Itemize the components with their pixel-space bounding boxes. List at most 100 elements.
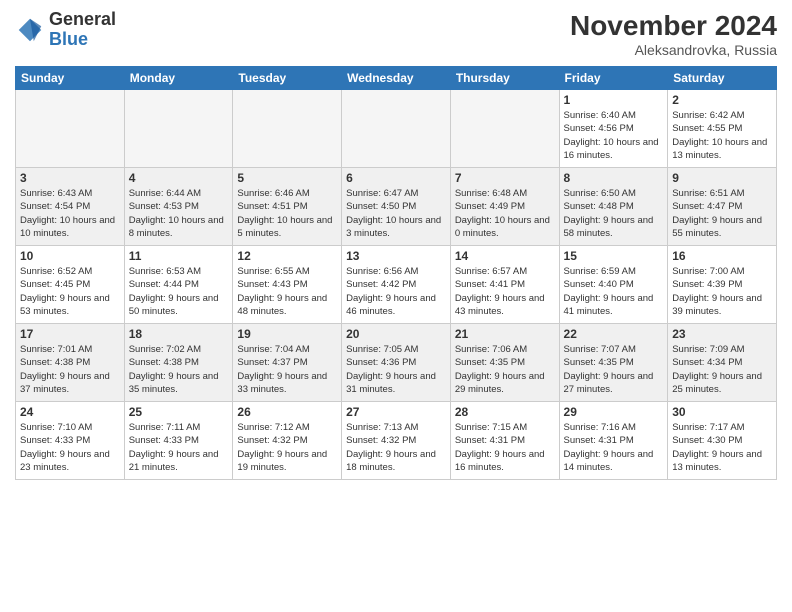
day-number: 8: [564, 171, 664, 185]
day-cell: 19Sunrise: 7:04 AM Sunset: 4:37 PM Dayli…: [233, 324, 342, 402]
day-cell: 29 Sunrise: 7:16 AM Sunset: 4:31 PM Dayli…: [559, 402, 668, 480]
day-number: 4: [129, 171, 229, 185]
day-cell: 18 Sunrise: 7:02 AM Sunset: 4:38 PM Dayli…: [124, 324, 233, 402]
day-cell: 27 Sunrise: 7:13 AM Sunset: 4:32 PM Dayli…: [342, 402, 451, 480]
day-detail: Sunrise: 7:17 AM Sunset: 4:30 PM Dayligh…: [672, 421, 772, 474]
day-cell: 23 Sunrise: 7:09 AM Sunset: 4:34 PM Dayli…: [668, 324, 777, 402]
day-detail: Sunrise: 7:07 AM Sunset: 4:35 PM Dayligh…: [564, 343, 664, 396]
day-cell: 4 Sunrise: 6:44 AM Sunset: 4:53 PM Daylig…: [124, 168, 233, 246]
day-detail: Sunrise: 7:09 AM Sunset: 4:34 PM Dayligh…: [672, 343, 772, 396]
day-cell: 15 Sunrise: 6:59 AM Sunset: 4:40 PM Dayli…: [559, 246, 668, 324]
day-number: 16: [672, 249, 772, 263]
day-cell: 8Sunrise: 6:50 AM Sunset: 4:48 PM Daylig…: [559, 168, 668, 246]
day-number: 13: [346, 249, 446, 263]
day-number: 1: [564, 93, 664, 107]
day-cell: 28 Sunrise: 7:15 AM Sunset: 4:31 PM Dayli…: [450, 402, 559, 480]
day-detail: Sunrise: 7:16 AM Sunset: 4:31 PM Dayligh…: [564, 421, 664, 474]
header-row: SundayMondayTuesdayWednesdayThursdayFrid…: [16, 67, 777, 90]
day-cell: [233, 90, 342, 168]
day-number: 14: [455, 249, 555, 263]
day-number: 30: [672, 405, 772, 419]
day-number: 25: [129, 405, 229, 419]
month-title: November 2024: [570, 10, 777, 42]
day-cell: 22 Sunrise: 7:07 AM Sunset: 4:35 PM Dayli…: [559, 324, 668, 402]
day-cell: 16 Sunrise: 7:00 AM Sunset: 4:39 PM Dayli…: [668, 246, 777, 324]
week-row-3: 17 Sunrise: 7:01 AM Sunset: 4:38 PM Dayli…: [16, 324, 777, 402]
day-cell: 3Sunrise: 6:43 AM Sunset: 4:54 PM Daylig…: [16, 168, 125, 246]
week-row-2: 10 Sunrise: 6:52 AM Sunset: 4:45 PM Dayli…: [16, 246, 777, 324]
day-detail: Sunrise: 7:05 AM Sunset: 4:36 PM Dayligh…: [346, 343, 446, 396]
col-header-tuesday: Tuesday: [233, 67, 342, 90]
col-header-sunday: Sunday: [16, 67, 125, 90]
day-cell: 5 Sunrise: 6:46 AM Sunset: 4:51 PM Daylig…: [233, 168, 342, 246]
day-cell: 9 Sunrise: 6:51 AM Sunset: 4:47 PM Daylig…: [668, 168, 777, 246]
week-row-1: 3Sunrise: 6:43 AM Sunset: 4:54 PM Daylig…: [16, 168, 777, 246]
day-number: 23: [672, 327, 772, 341]
day-cell: 25 Sunrise: 7:11 AM Sunset: 4:33 PM Dayli…: [124, 402, 233, 480]
day-cell: 1Sunrise: 6:40 AM Sunset: 4:56 PM Daylig…: [559, 90, 668, 168]
day-cell: 24Sunrise: 7:10 AM Sunset: 4:33 PM Dayli…: [16, 402, 125, 480]
day-number: 5: [237, 171, 337, 185]
col-header-wednesday: Wednesday: [342, 67, 451, 90]
day-number: 3: [20, 171, 120, 185]
day-cell: [450, 90, 559, 168]
day-number: 9: [672, 171, 772, 185]
col-header-monday: Monday: [124, 67, 233, 90]
day-detail: Sunrise: 7:01 AM Sunset: 4:38 PM Dayligh…: [20, 343, 120, 396]
day-number: 12: [237, 249, 337, 263]
day-number: 7: [455, 171, 555, 185]
col-header-friday: Friday: [559, 67, 668, 90]
col-header-thursday: Thursday: [450, 67, 559, 90]
day-detail: Sunrise: 6:42 AM Sunset: 4:55 PM Dayligh…: [672, 109, 772, 162]
logo-text: General Blue: [49, 10, 116, 50]
day-detail: Sunrise: 7:02 AM Sunset: 4:38 PM Dayligh…: [129, 343, 229, 396]
day-cell: 17 Sunrise: 7:01 AM Sunset: 4:38 PM Dayli…: [16, 324, 125, 402]
day-cell: [124, 90, 233, 168]
day-detail: Sunrise: 6:44 AM Sunset: 4:53 PM Dayligh…: [129, 187, 229, 240]
day-detail: Sunrise: 6:52 AM Sunset: 4:45 PM Dayligh…: [20, 265, 120, 318]
calendar-table: SundayMondayTuesdayWednesdayThursdayFrid…: [15, 66, 777, 480]
logo-general: General: [49, 10, 116, 30]
day-cell: 26 Sunrise: 7:12 AM Sunset: 4:32 PM Dayli…: [233, 402, 342, 480]
logo: General Blue: [15, 10, 116, 50]
logo-blue: Blue: [49, 30, 116, 50]
day-detail: Sunrise: 6:57 AM Sunset: 4:41 PM Dayligh…: [455, 265, 555, 318]
day-detail: Sunrise: 7:15 AM Sunset: 4:31 PM Dayligh…: [455, 421, 555, 474]
day-detail: Sunrise: 7:04 AM Sunset: 4:37 PM Dayligh…: [237, 343, 337, 396]
day-detail: Sunrise: 7:00 AM Sunset: 4:39 PM Dayligh…: [672, 265, 772, 318]
week-row-0: 1Sunrise: 6:40 AM Sunset: 4:56 PM Daylig…: [16, 90, 777, 168]
day-cell: 13 Sunrise: 6:56 AM Sunset: 4:42 PM Dayli…: [342, 246, 451, 324]
day-detail: Sunrise: 6:48 AM Sunset: 4:49 PM Dayligh…: [455, 187, 555, 240]
day-cell: 7 Sunrise: 6:48 AM Sunset: 4:49 PM Daylig…: [450, 168, 559, 246]
day-number: 18: [129, 327, 229, 341]
day-number: 2: [672, 93, 772, 107]
day-number: 15: [564, 249, 664, 263]
day-number: 20: [346, 327, 446, 341]
day-number: 26: [237, 405, 337, 419]
day-detail: Sunrise: 7:13 AM Sunset: 4:32 PM Dayligh…: [346, 421, 446, 474]
day-number: 10: [20, 249, 120, 263]
day-detail: Sunrise: 6:47 AM Sunset: 4:50 PM Dayligh…: [346, 187, 446, 240]
col-header-saturday: Saturday: [668, 67, 777, 90]
day-number: 29: [564, 405, 664, 419]
day-detail: Sunrise: 6:56 AM Sunset: 4:42 PM Dayligh…: [346, 265, 446, 318]
day-cell: 21 Sunrise: 7:06 AM Sunset: 4:35 PM Dayli…: [450, 324, 559, 402]
day-detail: Sunrise: 6:46 AM Sunset: 4:51 PM Dayligh…: [237, 187, 337, 240]
day-number: 22: [564, 327, 664, 341]
day-number: 17: [20, 327, 120, 341]
day-cell: 10 Sunrise: 6:52 AM Sunset: 4:45 PM Dayli…: [16, 246, 125, 324]
header: General Blue November 2024 Aleksandrovka…: [15, 10, 777, 58]
day-number: 21: [455, 327, 555, 341]
logo-icon: [15, 15, 45, 45]
page-container: General Blue November 2024 Aleksandrovka…: [0, 0, 792, 485]
day-detail: Sunrise: 6:59 AM Sunset: 4:40 PM Dayligh…: [564, 265, 664, 318]
location: Aleksandrovka, Russia: [570, 42, 777, 58]
day-cell: 12 Sunrise: 6:55 AM Sunset: 4:43 PM Dayli…: [233, 246, 342, 324]
day-detail: Sunrise: 7:06 AM Sunset: 4:35 PM Dayligh…: [455, 343, 555, 396]
day-detail: Sunrise: 6:51 AM Sunset: 4:47 PM Dayligh…: [672, 187, 772, 240]
day-detail: Sunrise: 6:55 AM Sunset: 4:43 PM Dayligh…: [237, 265, 337, 318]
day-detail: Sunrise: 7:12 AM Sunset: 4:32 PM Dayligh…: [237, 421, 337, 474]
day-detail: Sunrise: 7:11 AM Sunset: 4:33 PM Dayligh…: [129, 421, 229, 474]
day-number: 27: [346, 405, 446, 419]
day-number: 28: [455, 405, 555, 419]
